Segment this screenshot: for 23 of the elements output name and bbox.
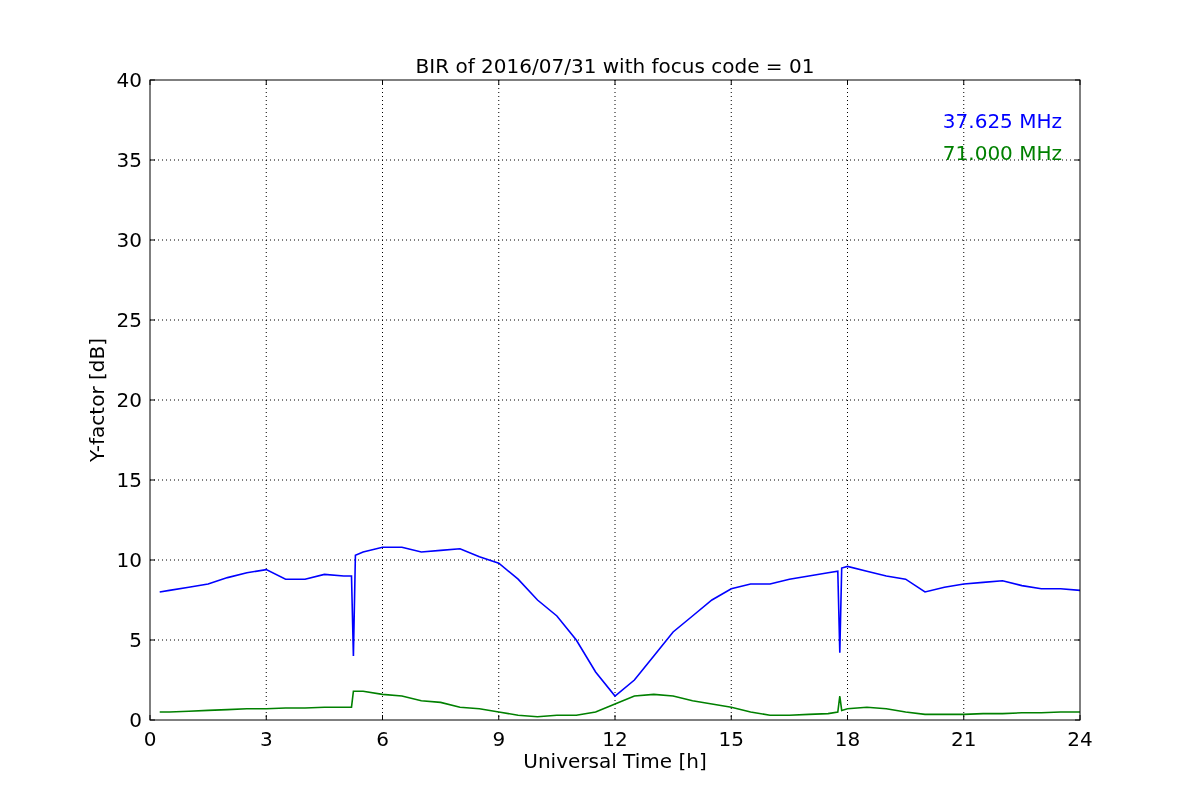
y-tick-label: 25 <box>116 308 142 332</box>
y-tick-label: 10 <box>116 548 142 572</box>
x-tick-label: 24 <box>1067 727 1093 751</box>
y-axis-label: Y-factor [dB] <box>85 338 109 462</box>
x-tick-label: 18 <box>834 727 861 751</box>
y-tick-label: 0 <box>129 708 142 732</box>
x-tick-label: 9 <box>492 727 506 751</box>
legend-label: 37.625 MHz <box>942 109 1062 133</box>
y-tick-label: 20 <box>116 388 142 412</box>
y-tick-label: 5 <box>129 628 142 652</box>
x-tick-label: 6 <box>376 727 389 751</box>
y-tick-label: 35 <box>116 148 142 172</box>
x-axis-label: Universal Time [h] <box>523 749 707 773</box>
legend-label: 71.000 MHz <box>942 141 1062 165</box>
x-tick-label: 0 <box>143 727 157 751</box>
y-tick-label: 30 <box>116 228 142 252</box>
x-tick-label: 15 <box>718 727 744 751</box>
y-tick-label: 15 <box>116 468 142 492</box>
y-tick-label: 40 <box>116 68 142 92</box>
x-tick-label: 12 <box>602 727 628 751</box>
x-tick-label: 21 <box>951 727 977 751</box>
chart-title: BIR of 2016/07/31 with focus code = 01 <box>415 54 815 78</box>
x-tick-label: 3 <box>259 727 273 751</box>
